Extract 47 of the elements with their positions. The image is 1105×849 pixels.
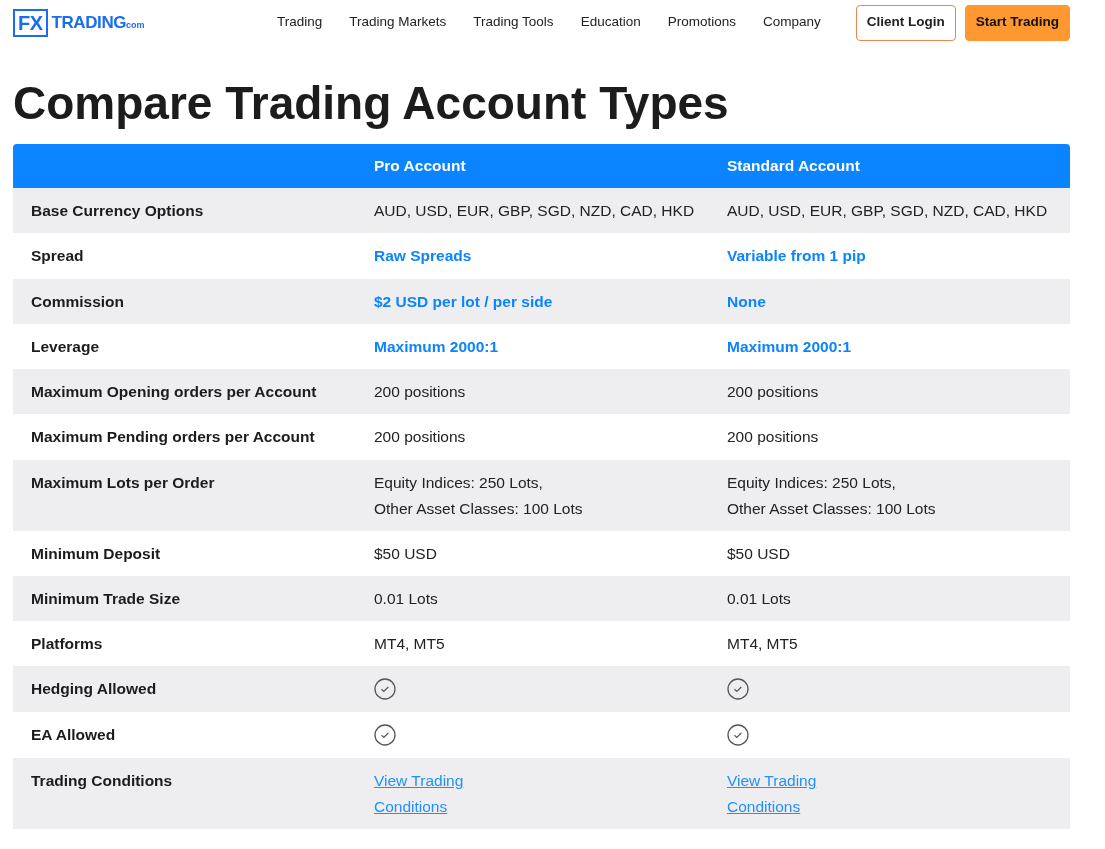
column-heading: Pro Account: [373, 156, 467, 177]
cell-value: Maximum 2000:1: [374, 336, 500, 357]
cell-value: Equity Indices: 250 Lots,: [727, 472, 897, 493]
row-label: Maximum Lots per Order: [31, 473, 215, 491]
cell-value: Variable from 1 pip: [727, 246, 867, 267]
nav-link[interactable]: Trading Tools: [473, 12, 554, 33]
start-trading-button[interactable]: Start Trading: [964, 4, 1070, 41]
cell-value: MT4, MT5: [374, 634, 446, 654]
nav-link[interactable]: Trading: [277, 12, 323, 33]
cell-value: Other Asset Classes: 100 Lots: [374, 498, 584, 519]
cell-value: $50 USD: [374, 543, 438, 564]
row-label: Maximum Opening orders per Account: [31, 383, 317, 400]
cell-value: AUD, USD, EUR, GBP, SGD, NZD, CAD, HKD: [727, 201, 1049, 221]
cell-value: AUD, USD, EUR, GBP, SGD, NZD, CAD, HKD: [374, 201, 696, 221]
cell-value: Maximum 2000:1: [727, 336, 853, 357]
row-label: Leverage: [31, 337, 100, 355]
row-label: Commission: [31, 292, 124, 310]
row-label: Minimum Trade Size: [31, 589, 180, 607]
nav-link[interactable]: Company: [762, 12, 821, 33]
row-label: Platforms: [31, 635, 103, 652]
cell-value: Raw Spreads: [374, 246, 473, 267]
client-login-button[interactable]: Client Login: [855, 4, 956, 41]
nav-link[interactable]: Promotions: [667, 12, 736, 33]
logo[interactable]: FX TRADINGcom: [13, 8, 145, 37]
cell-value: 200 positions: [374, 427, 467, 448]
nav-link[interactable]: Trading Markets: [349, 12, 447, 33]
nav-link[interactable]: Education: [580, 12, 641, 33]
row-label: Trading Conditions: [31, 772, 173, 790]
cell-value: 200 positions: [727, 382, 820, 402]
row-label: Hedging Allowed: [31, 680, 157, 698]
row-label: Minimum Deposit: [31, 544, 161, 562]
cell-value: 200 positions: [374, 382, 467, 402]
row-label: Maximum Pending orders per Account: [31, 428, 315, 446]
cell-value: None: [727, 291, 767, 312]
cell-value: Other Asset Classes: 100 Lots: [727, 498, 937, 519]
column-heading: Standard Account: [726, 156, 861, 177]
cell-value: MT4, MT5: [727, 634, 799, 654]
row-label: Base Currency Options: [31, 202, 204, 219]
cell-value: $2 USD per lot / per side: [374, 291, 554, 312]
cell-value: 0.01 Lots: [374, 588, 439, 609]
cell-value: Equity Indices: 250 Lots,: [374, 472, 544, 493]
cell-value: 200 positions: [727, 427, 820, 448]
page-title: Compare Trading Account Types: [13, 76, 730, 131]
row-label: EA Allowed: [31, 726, 116, 744]
cell-value: 0.01 Lots: [727, 588, 792, 609]
row-label: Spread: [31, 247, 84, 265]
cell-value: $50 USD: [727, 543, 791, 564]
